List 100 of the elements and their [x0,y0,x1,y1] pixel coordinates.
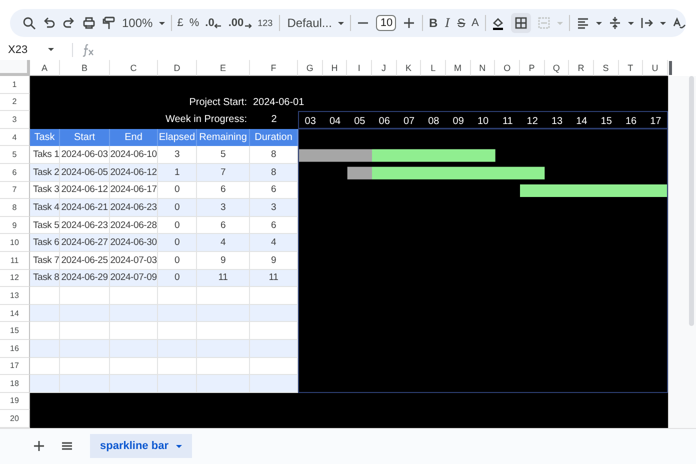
row-header[interactable]: 6 [0,164,30,182]
column-header[interactable]: U [643,60,668,76]
table-cell: 6 [250,182,298,200]
column-header[interactable]: N [470,60,496,76]
row-header[interactable]: 1 [0,76,30,94]
column-header[interactable]: E [197,60,250,76]
day-label: 11 [502,116,513,127]
row-header[interactable]: 12 [0,270,30,288]
search-icon[interactable] [22,16,36,30]
row-header[interactable]: 3 [0,111,30,129]
column-header[interactable]: D [158,60,197,76]
row-header[interactable]: 5 [0,146,30,164]
align-left-icon[interactable] [576,16,590,30]
day-label: 15 [600,116,612,127]
name-box[interactable]: X23 [8,44,64,56]
row-header[interactable]: 16 [0,340,30,358]
column-header[interactable]: H [322,60,348,76]
vertical-scrollbar[interactable] [668,76,696,428]
row-header[interactable]: 7 [0,182,30,200]
table-cell: Task 6 [30,234,60,252]
add-sheet-icon[interactable] [32,439,46,454]
row-header[interactable]: 13 [0,287,30,305]
row-header[interactable]: 15 [0,322,30,340]
decrease-decimals-button[interactable]: .0 [205,17,222,29]
table-cell: 5 [197,146,250,164]
text-rotation-icon[interactable] [672,16,686,30]
column-header[interactable]: O [495,60,520,76]
table-cell: 0 [158,216,197,234]
right-arrow-icon [244,23,252,29]
plus-icon[interactable] [402,16,416,30]
merge-cells-icon[interactable] [537,16,552,30]
row-header[interactable]: 10 [0,234,30,252]
table-cell: 2024-06-28 [110,216,158,234]
row-header[interactable]: 17 [0,358,30,376]
column-header[interactable]: J [372,60,397,76]
column-header[interactable]: G [298,60,323,76]
borders-icon[interactable] [514,16,528,30]
zoom-dropdown[interactable]: 100% [122,16,165,30]
print-icon[interactable] [82,16,96,30]
percent-button[interactable]: % [189,17,200,29]
table-cell: 6 [197,216,250,234]
column-header[interactable]: R [569,60,594,76]
bold-button[interactable]: B [429,16,438,30]
column-header[interactable]: S [594,60,619,76]
undo-icon[interactable] [42,16,56,30]
table-cell: Task 7 [30,252,60,270]
freeze-handle[interactable] [668,61,672,75]
day-label: 14 [576,116,588,127]
project-start-label: Project Start: [188,96,248,110]
fill-bucket-icon[interactable] [491,16,506,30]
row-header[interactable]: 18 [0,375,30,393]
vertical-align-icon[interactable] [608,16,622,30]
row-header[interactable]: 19 [0,392,30,410]
column-header[interactable]: C [110,60,158,76]
increase-decimals-button[interactable]: .00 [228,17,252,29]
week-number: 2 [270,113,278,128]
strikethrough-button[interactable]: S [457,16,466,30]
column-header[interactable]: B [60,60,110,76]
column-header[interactable]: L [421,60,446,76]
column-header[interactable]: P [520,60,545,76]
left-arrow-icon [214,23,222,29]
italic-button[interactable]: I [444,16,452,30]
column-header[interactable]: K [396,60,422,76]
text-wrap-icon[interactable] [640,16,654,30]
table-cell: 2024-06-17 [110,182,158,200]
column-header[interactable]: M [446,60,471,76]
row-header[interactable]: 14 [0,304,30,322]
table-cell: 0 [158,270,197,288]
row-header[interactable]: 20 [0,410,30,428]
font-dropdown[interactable]: Defaul... [287,16,344,30]
text-color-button[interactable]: A [471,17,479,29]
row-header[interactable]: 2 [0,94,30,112]
currency-button[interactable]: £ [177,17,184,29]
day-label: 10 [477,116,489,127]
column-header[interactable]: T [618,60,644,76]
table-cell: 4 [197,234,250,252]
scrollbar-thumb[interactable] [688,76,694,326]
column-header[interactable]: A [30,60,60,76]
table-cell: 3 [197,199,250,217]
table-cell: Taks 1 [30,146,60,164]
row-header[interactable]: 8 [0,199,30,217]
redo-icon[interactable] [62,16,76,30]
table-cell: 6 [250,216,298,234]
table-cell: 3 [158,146,197,164]
sheet-tab[interactable]: sparkline bar [90,434,192,458]
paint-roller-icon[interactable] [102,16,116,30]
day-label: 12 [526,116,538,127]
column-header[interactable]: Q [544,60,570,76]
table-cell: 3 [250,199,298,217]
row-header[interactable]: 11 [0,252,30,270]
table-cell: 2024-06-12 [110,164,158,182]
day-label: 06 [378,116,390,127]
row-header[interactable]: 9 [0,216,30,234]
font-size-field[interactable]: 10 [376,15,396,31]
column-heading: End [110,128,158,146]
number-format-button[interactable]: 123 [258,18,273,28]
row-header[interactable]: 4 [0,128,30,146]
column-header[interactable]: I [347,60,372,76]
column-header[interactable]: F [250,60,298,76]
column-heading: Task [30,128,60,146]
